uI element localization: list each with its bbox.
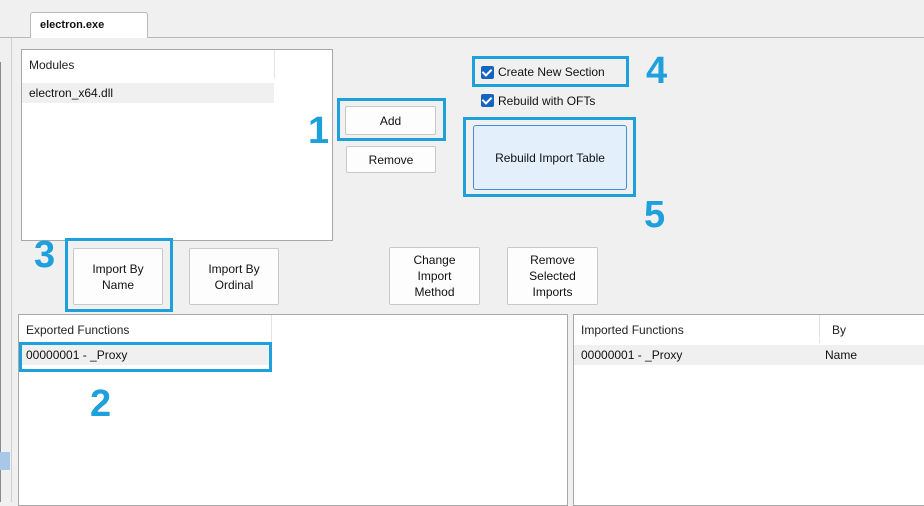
remove-selected-imports-button[interactable]: Remove Selected Imports: [507, 247, 598, 305]
modules-list[interactable]: Modules electron_x64.dll: [21, 49, 333, 241]
panel-border: [11, 38, 12, 502]
annotation-box-create-new-section: [472, 56, 629, 87]
annotation-number-5: 5: [644, 194, 666, 236]
imported-function-row[interactable]: 00000001 - _Proxy Name: [574, 345, 924, 365]
annotation-box-import-by-name: [65, 238, 173, 312]
imported-function-name: 00000001 - _Proxy: [581, 348, 683, 362]
imported-function-by: Name: [825, 348, 858, 362]
change-import-method-button[interactable]: Change Import Method: [389, 247, 480, 305]
column-separator: [819, 315, 820, 343]
module-item[interactable]: electron_x64.dll: [22, 83, 274, 103]
annotation-number-4: 4: [646, 50, 668, 92]
annotation-box-add: [337, 98, 446, 141]
by-column-header[interactable]: By: [825, 315, 924, 343]
left-pane-selection: [0, 452, 10, 470]
import-by-ordinal-button[interactable]: Import By Ordinal: [189, 248, 279, 305]
imported-functions-list[interactable]: Imported Functions By 00000001 - _Proxy …: [573, 314, 924, 506]
column-separator: [274, 50, 275, 78]
tab-electron-exe[interactable]: electron.exe: [30, 12, 148, 38]
rebuild-with-ofts-label[interactable]: Rebuild with OFTs: [498, 94, 595, 108]
annotation-box-rebuild-import-table: [463, 117, 636, 197]
exported-functions-header[interactable]: Exported Functions: [19, 315, 271, 343]
remove-button[interactable]: Remove: [346, 146, 436, 173]
left-pane-border: [0, 62, 1, 502]
annotation-number-2: 2: [90, 383, 112, 425]
annotation-number-1: 1: [308, 110, 330, 152]
annotation-number-3: 3: [34, 234, 56, 276]
imported-functions-header[interactable]: Imported Functions: [574, 315, 819, 343]
rebuild-with-ofts-checkbox[interactable]: [481, 94, 494, 107]
annotation-box-exported-row: [19, 342, 272, 372]
modules-header[interactable]: Modules: [22, 50, 274, 78]
column-separator: [271, 315, 272, 343]
